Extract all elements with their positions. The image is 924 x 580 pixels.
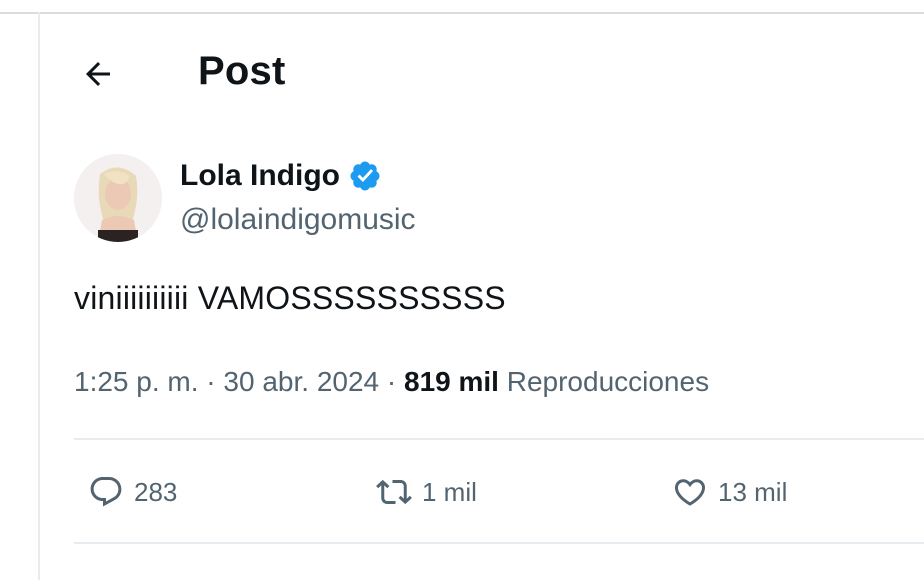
arrow-left-icon [86,62,110,86]
reply-button[interactable]: 283 [84,466,177,518]
post-actions: 283 1 mil 13 mil [74,466,924,518]
views-label: Reproducciones [506,366,710,397]
heart-icon [668,470,712,514]
like-button[interactable]: 13 mil [668,466,787,518]
top-border [0,0,924,14]
post-author: Lola Indigo @lolaindigomusic [74,154,894,244]
verified-badge-icon [348,159,382,193]
repost-button[interactable]: 1 mil [372,466,477,518]
post-time[interactable]: 1:25 p. m. [74,366,199,397]
post-date[interactable]: 30 abr. 2024 [223,366,379,397]
back-button[interactable] [76,52,120,96]
views-count: 819 mil [404,366,507,397]
display-name[interactable]: Lola Indigo [180,158,382,194]
repost-icon [372,470,416,514]
avatar-image [74,154,162,242]
post-meta: 1:25 p. m. · 30 abr. 2024 · 819 mil Repr… [74,364,709,400]
meta-separator: · [386,366,404,397]
post-page: Post Lola Indigo @lolaindigomusic viniii… [0,0,924,580]
divider [74,438,924,440]
like-count: 13 mil [718,476,788,507]
post-header: Post [40,44,920,100]
page-title: Post [198,49,286,93]
reply-icon [84,470,128,514]
avatar[interactable] [74,154,162,242]
repost-count: 1 mil [422,476,477,507]
reply-count: 283 [134,476,178,507]
display-name-text: Lola Indigo [180,159,340,192]
post-text: viniiiiiiiiii VAMOSSSSSSSSSS [74,280,506,316]
meta-separator: · [206,366,224,397]
username-handle[interactable]: @lolaindigomusic [180,202,416,238]
divider [74,542,924,544]
